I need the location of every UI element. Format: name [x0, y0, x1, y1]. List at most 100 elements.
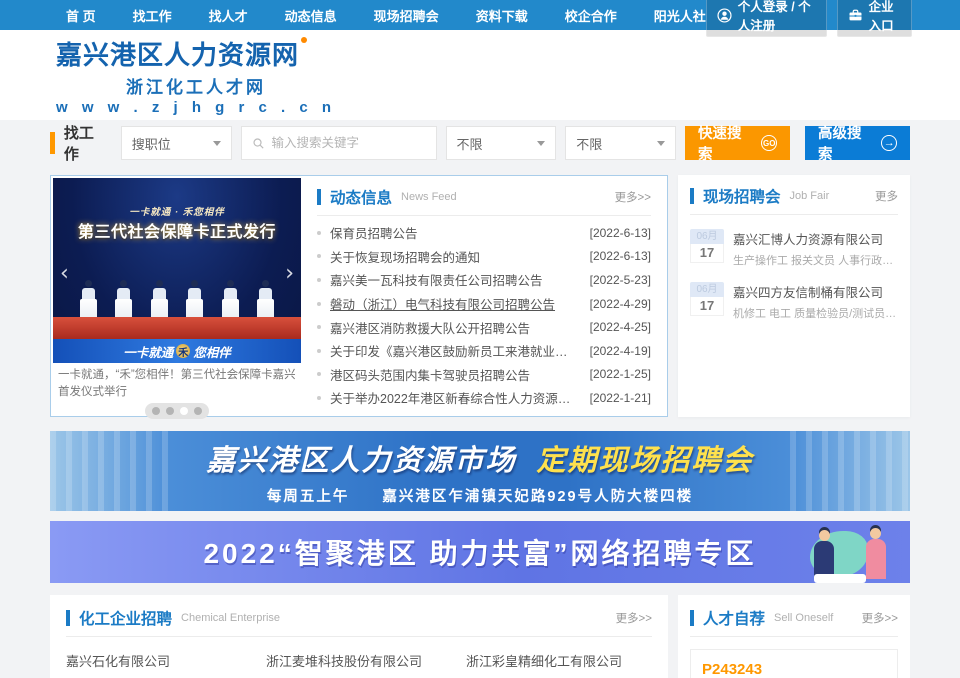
news-item-date: [2022-6-13] — [590, 226, 651, 240]
carousel-dot-active[interactable] — [180, 407, 188, 415]
news-item-date: [2022-4-29] — [590, 297, 651, 311]
bottom-row: 化工企业招聘 Chemical Enterprise 更多>> 嘉兴石化有限公司… — [50, 595, 910, 678]
company-name-link[interactable]: 浙江麦堆科技股份有限公司 — [266, 651, 452, 670]
news-title: 动态信息 — [330, 186, 392, 208]
search-category-select[interactable]: 搜职位 — [121, 126, 232, 160]
search-category-value: 搜职位 — [132, 134, 171, 153]
nav-item-job-fair[interactable]: 现场招聘会 — [374, 6, 439, 25]
carousel-dot[interactable] — [166, 407, 174, 415]
company-name-link[interactable]: 浙江彩皇精细化工有限公司 — [466, 651, 652, 670]
carousel-dots — [145, 403, 209, 419]
date-badge-month: 06月 — [690, 282, 724, 297]
news-item-date: [2022-1-25] — [590, 367, 651, 381]
bullet-icon — [317, 278, 321, 282]
site-logo[interactable]: 嘉兴港区人力资源网 浙江化工人才网 w w w . z j h g r c . … — [56, 35, 336, 116]
chemical-more-link[interactable]: 更多>> — [616, 610, 652, 626]
news-item-hovered[interactable]: 磐动（浙江）电气科技有限公司招聘公告 [2022-4-29] — [317, 292, 651, 316]
filter-select-1[interactable]: 不限 — [446, 126, 557, 160]
arrow-right-icon: → — [881, 135, 897, 151]
filter-select-2[interactable]: 不限 — [565, 126, 676, 160]
news-item[interactable]: 嘉兴港区消防救援大队公开招聘公告 [2022-4-25] — [317, 315, 651, 339]
chevron-down-icon — [657, 141, 665, 146]
chemical-company-grid: 嘉兴石化有限公司 工艺员 设备管理 警卫（残疾工） 浙江麦堆科技股份有限公司 销… — [66, 637, 652, 678]
online-recruitment-banner[interactable]: 2022“智聚港区 助力共富”网络招聘专区 — [50, 521, 910, 583]
nav-actions: 个人登录 / 个人注册 企业入口 — [706, 0, 912, 37]
banner1-title-yellow: 定期现场招聘会 — [537, 437, 754, 479]
nav-item-find-job[interactable]: 找工作 — [133, 6, 172, 25]
talent-id-link[interactable]: P243243 — [702, 661, 886, 678]
filter-1-value: 不限 — [457, 134, 483, 153]
news-item[interactable]: 关于印发《嘉兴港区鼓励新员工来港就业补助操作... [2022-4-19] — [317, 339, 651, 363]
nav-item-sunshine-hr[interactable]: 阳光人社 — [654, 6, 706, 25]
news-item-date: [2022-4-25] — [590, 320, 651, 334]
company-cell: 浙江彩皇精细化工有限公司 普工（制造科） 营业担当 — [466, 651, 652, 678]
nav-item-downloads[interactable]: 资料下载 — [476, 6, 528, 25]
bullet-icon — [317, 325, 321, 329]
job-fair-jobs: 生产操作工 报关文员 人事行政助理... — [733, 252, 898, 268]
job-fair-company: 嘉兴汇博人力资源有限公司 — [733, 229, 898, 248]
banner1-title-row: 嘉兴港区人力资源市场 定期现场招聘会 — [206, 437, 753, 479]
illustration-desk — [814, 574, 866, 583]
chevron-down-icon — [537, 141, 545, 146]
nav-item-school-cooperation[interactable]: 校企合作 — [565, 6, 617, 25]
bullet-icon — [317, 231, 321, 235]
news-item[interactable]: 保育员招聘公告 [2022-6-13] — [317, 221, 651, 245]
band-circle: 禾 — [176, 344, 190, 358]
search-bar-label: 找工作 — [64, 122, 108, 164]
quick-search-label: 快速搜索 — [698, 122, 754, 164]
carousel-dot[interactable] — [152, 407, 160, 415]
keyword-input[interactable] — [272, 136, 426, 150]
carousel-prev-arrow[interactable]: ‹ — [60, 263, 69, 285]
site-header: 嘉兴港区人力资源网 浙江化工人才网 w w w . z j h g r c . … — [0, 30, 960, 120]
logo-badge — [301, 37, 307, 43]
news-item[interactable]: 关于举办2022年港区新春综合性人力资源暨春风... [2022-1-21] — [317, 386, 651, 410]
bullet-icon — [317, 372, 321, 376]
news-item-title: 保育员招聘公告 — [330, 223, 590, 242]
news-item-title: 关于恢复现场招聘会的通知 — [330, 247, 590, 266]
news-feed: 动态信息 News Feed 更多>> 保育员招聘公告 [2022-6-13] … — [303, 176, 667, 416]
job-fair-more-link[interactable]: 更多 — [875, 188, 898, 204]
job-fair-item[interactable]: 06月 17 嘉兴汇博人力资源有限公司 生产操作工 报关文员 人事行政助理... — [690, 229, 898, 268]
section-bar — [690, 188, 694, 204]
slide-tagline-circle: 禾 — [183, 207, 194, 218]
user-icon — [717, 8, 732, 23]
slide-stage-floor — [53, 317, 301, 339]
job-fair-item-info: 嘉兴汇博人力资源有限公司 生产操作工 报关文员 人事行政助理... — [733, 229, 898, 268]
news-item[interactable]: 关于恢复现场招聘会的通知 [2022-6-13] — [317, 245, 651, 269]
news-item[interactable]: 港区码头范围内集卡驾驶员招聘公告 [2022-1-25] — [317, 363, 651, 387]
enterprise-entry-button[interactable]: 企业入口 — [837, 0, 912, 37]
personal-login-button[interactable]: 个人登录 / 个人注册 — [706, 0, 827, 37]
carousel-next-arrow[interactable]: › — [285, 263, 294, 285]
search-icon — [252, 137, 265, 150]
illustration-person-2 — [866, 539, 886, 579]
job-fair-banner[interactable]: 嘉兴港区人力资源市场 定期现场招聘会 每周五上午 嘉兴港区乍浦镇天妃路929号人… — [50, 431, 910, 511]
talent-more-link[interactable]: 更多>> — [862, 610, 898, 626]
news-item[interactable]: 嘉兴美一瓦科技有限责任公司招聘公告 [2022-5-23] — [317, 268, 651, 292]
nav-item-home[interactable]: 首 页 — [66, 6, 96, 25]
advanced-search-button[interactable]: 高级搜索 → — [805, 126, 910, 160]
talent-entry[interactable]: P243243 男 ｜ 嘉兴市->嘉兴港区 ｜ 八年以上 — [690, 649, 898, 678]
talent-panel: 人才自荐 Sell Oneself 更多>> P243243 男 ｜ 嘉兴市->… — [678, 595, 910, 678]
company-name-link[interactable]: 嘉兴石化有限公司 — [66, 651, 252, 670]
job-fair-header: 现场招聘会 Job Fair 更多 — [690, 185, 898, 215]
job-fair-panel: 现场招聘会 Job Fair 更多 06月 17 嘉兴汇博人力资源有限公司 生产… — [678, 175, 910, 417]
carousel-dot[interactable] — [194, 407, 202, 415]
news-item-date: [2022-5-23] — [590, 273, 651, 287]
carousel-caption[interactable]: 一卡就通，“禾”您相伴！第三代社会保障卡嘉兴首发仪式举行 — [53, 363, 301, 400]
personal-login-label: 个人登录 / 个人注册 — [738, 0, 816, 34]
quick-search-button[interactable]: 快速搜索 GO — [685, 126, 790, 160]
search-bar: 找工作 搜职位 不限 不限 快速搜索 GO 高级搜索 — [50, 125, 910, 161]
nav-item-news[interactable]: 动态信息 — [285, 6, 337, 25]
banner2-title: 2022“智聚港区 助力共富”网络招聘专区 — [203, 532, 756, 572]
news-more-link[interactable]: 更多>> — [615, 189, 651, 205]
chemical-enterprise-panel: 化工企业招聘 Chemical Enterprise 更多>> 嘉兴石化有限公司… — [50, 595, 668, 678]
slide-bottom-band: 一卡就通 禾 您相伴 — [53, 339, 301, 363]
nav-item-find-talent[interactable]: 找人才 — [209, 6, 248, 25]
job-fair-item[interactable]: 06月 17 嘉兴四方友信制桶有限公司 机修工 电工 质量检验员/测试员 叉车.… — [690, 282, 898, 321]
news-item-date: [2022-6-13] — [590, 249, 651, 263]
job-fair-title: 现场招聘会 — [703, 185, 781, 207]
slide-tagline-prefix: 一卡就通 — [129, 207, 171, 218]
bullet-icon — [317, 396, 321, 400]
talent-subtitle: Sell Oneself — [774, 612, 833, 624]
carousel-slide[interactable]: 一卡就通 · 禾您相伴 第三代社会保障卡正式发行 一卡就通 禾 — [53, 178, 301, 363]
